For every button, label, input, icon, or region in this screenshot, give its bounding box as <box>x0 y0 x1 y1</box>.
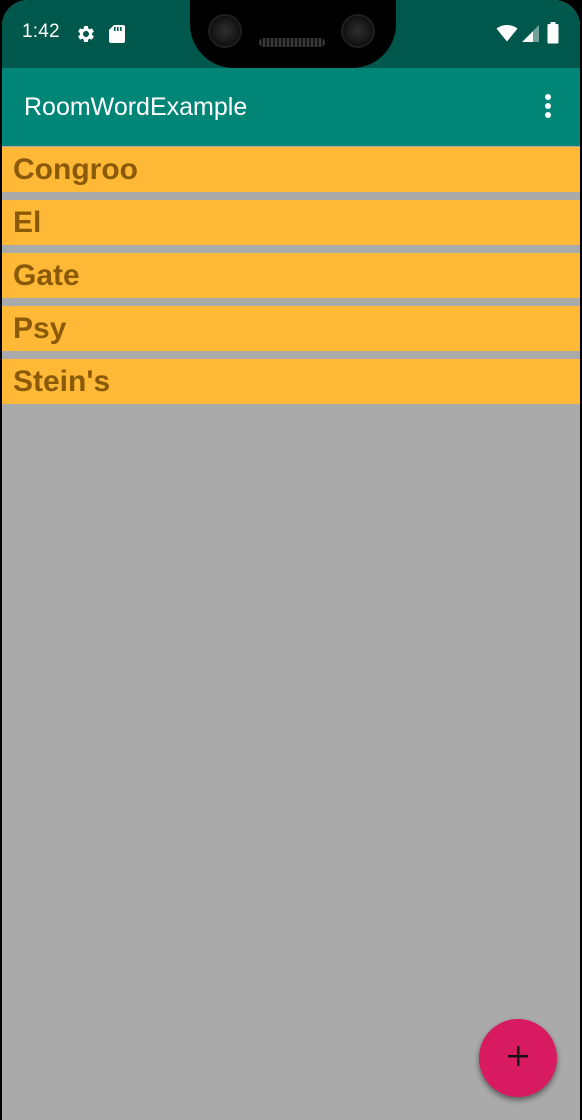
list-item[interactable]: Congroo <box>2 147 580 192</box>
add-word-button[interactable] <box>479 1019 557 1097</box>
word-text: El <box>13 206 42 239</box>
signal-icon <box>520 24 540 48</box>
battery-icon <box>547 22 559 49</box>
list-item[interactable]: El <box>2 200 580 245</box>
front-camera-right <box>341 14 375 48</box>
earpiece-speaker <box>259 38 325 47</box>
app-screen: 1:42 RoomWordExample Congroo El Gate Psy… <box>2 0 580 1120</box>
word-text: Stein's <box>13 365 111 398</box>
app-toolbar: RoomWordExample <box>2 68 580 146</box>
display-notch <box>190 0 396 68</box>
overflow-menu-button[interactable] <box>526 86 570 130</box>
status-bar: 1:42 <box>2 0 580 68</box>
word-text: Congroo <box>13 153 138 186</box>
list-item[interactable]: Gate <box>2 253 580 298</box>
word-text: Gate <box>13 259 80 292</box>
settings-icon <box>76 24 96 49</box>
plus-icon <box>507 1045 529 1072</box>
sd-card-icon <box>108 24 126 49</box>
word-text: Psy <box>13 312 67 345</box>
front-camera-left <box>208 14 242 48</box>
word-list[interactable]: Congroo El Gate Psy Stein's <box>2 147 580 412</box>
app-title: RoomWordExample <box>24 93 248 121</box>
status-time: 1:42 <box>22 21 60 42</box>
list-item[interactable]: Stein's <box>2 359 580 404</box>
list-item[interactable]: Psy <box>2 306 580 351</box>
wifi-icon <box>496 24 518 47</box>
more-vert-icon <box>544 93 552 124</box>
phone-frame: 1:42 RoomWordExample Congroo El Gate Psy… <box>0 0 582 1120</box>
